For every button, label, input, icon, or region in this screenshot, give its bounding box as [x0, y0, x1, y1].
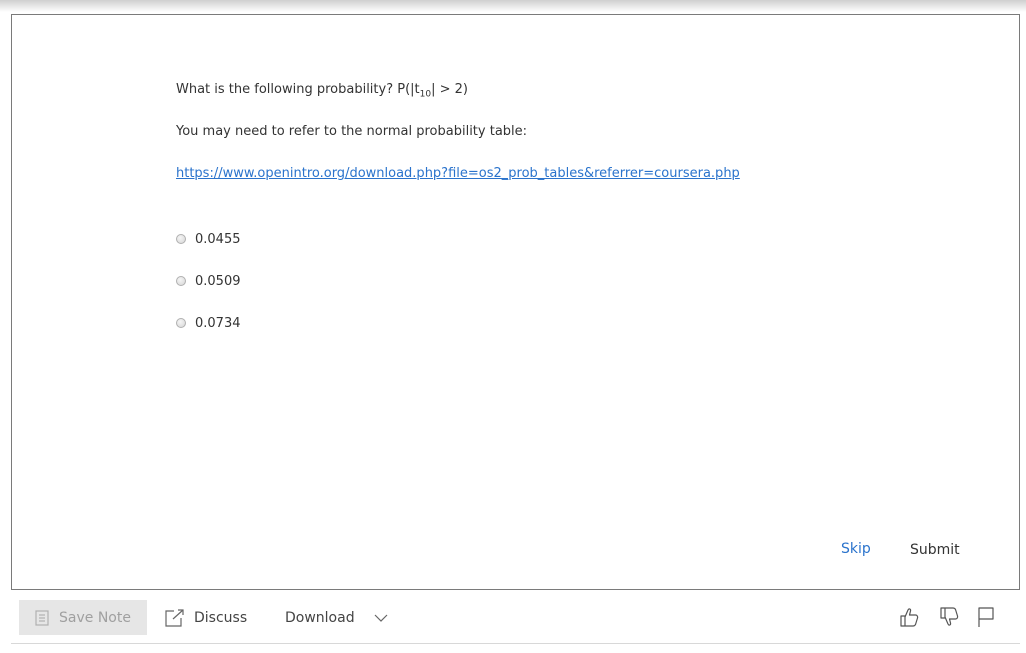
external-link-icon	[165, 608, 184, 627]
answer-option-label: 0.0734	[195, 315, 241, 331]
answer-option-label: 0.0455	[195, 231, 241, 247]
question-prompt-suffix: > 2)	[435, 82, 468, 97]
bottom-toolbar: Save Note Discuss Download	[11, 591, 1020, 644]
answer-option[interactable]: 0.0509	[176, 272, 241, 290]
thumbs-down-icon	[940, 607, 959, 626]
note-icon	[35, 609, 49, 626]
skip-button[interactable]: Skip	[841, 541, 871, 557]
question-prompt: What is the following probability? P(|t1…	[176, 82, 468, 100]
answer-option[interactable]: 0.0734	[176, 314, 241, 332]
download-menu[interactable]: Download	[285, 600, 388, 635]
question-prompt-prefix: What is the following probability? P(	[176, 82, 411, 97]
flag-icon	[978, 607, 994, 627]
like-button[interactable]	[898, 606, 920, 628]
save-note-button[interactable]: Save Note	[19, 600, 147, 635]
radio-button[interactable]	[176, 318, 186, 328]
chevron-down-icon	[374, 614, 388, 622]
radio-button[interactable]	[176, 234, 186, 244]
discuss-button[interactable]: Discuss	[165, 600, 247, 635]
dislike-button[interactable]	[938, 606, 960, 628]
instruction-text: You may need to refer to the normal prob…	[176, 124, 528, 139]
question-frame	[11, 14, 1020, 590]
discuss-label: Discuss	[194, 609, 248, 626]
variable-subscript: 10	[419, 89, 432, 100]
flag-button[interactable]	[975, 606, 997, 628]
probability-table-link[interactable]: https://www.openintro.org/download.php?f…	[176, 166, 740, 181]
answer-option-label: 0.0509	[195, 273, 241, 289]
thumbs-up-icon	[900, 608, 919, 627]
answer-option[interactable]: 0.0455	[176, 230, 241, 248]
download-label: Download	[285, 609, 355, 626]
radio-button[interactable]	[176, 276, 186, 286]
window-top-shadow	[0, 0, 1026, 12]
submit-button[interactable]: Submit	[910, 542, 960, 558]
save-note-label: Save Note	[59, 609, 131, 626]
